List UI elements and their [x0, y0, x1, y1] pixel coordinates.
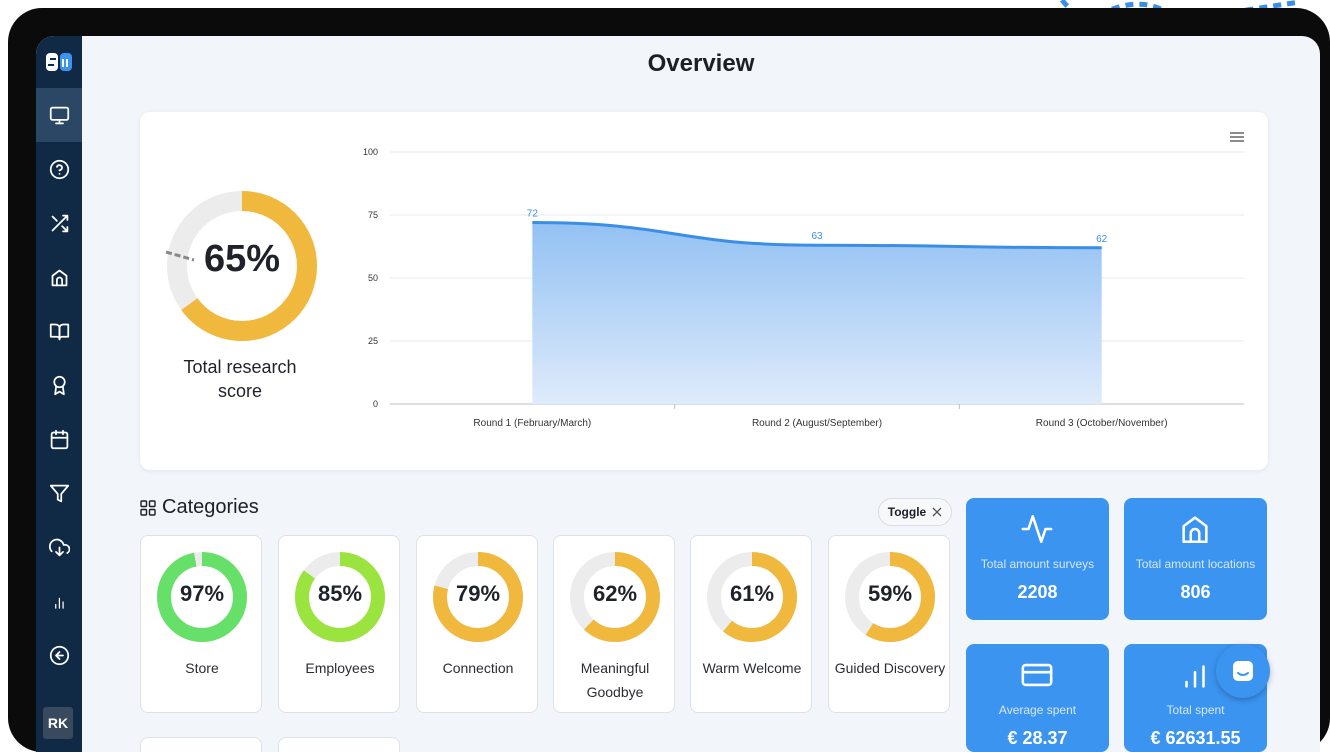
stat-total-locations: Total amount locations 806 — [1124, 498, 1267, 620]
sidebar-item-overview[interactable] — [36, 88, 82, 142]
rounds-area-chart: 0 25 50 75 100 Round 1 (February/March) Round … — [363, 147, 1244, 429]
logo-icon — [46, 53, 72, 71]
stat-label: Total amount surveys — [980, 557, 1095, 571]
category-percent: 62% — [592, 581, 638, 606]
home-icon — [51, 269, 67, 286]
category-name: Employees — [305, 660, 375, 676]
sidebar-item-download[interactable] — [36, 520, 82, 574]
stat-label: Total spent — [1166, 703, 1225, 717]
category-name: Meaningful Goodbye — [580, 660, 650, 700]
sidebar-item-book[interactable] — [36, 304, 82, 358]
stat-value: 806 — [1180, 582, 1211, 602]
category-percent: 97% — [179, 581, 225, 606]
y-tick-label: 50 — [368, 273, 378, 283]
home-icon — [1182, 516, 1208, 544]
category-name: Connection — [442, 660, 514, 676]
bar-chart-icon — [1185, 665, 1205, 688]
toggle-button[interactable]: Toggle — [878, 498, 952, 526]
app-screen: RK Overview 65% Total research score 0 2… — [36, 36, 1320, 752]
sidebar-item-award[interactable] — [36, 358, 82, 412]
categories-title: Categories — [162, 496, 259, 518]
user-avatar[interactable]: RK — [43, 707, 73, 739]
category-card[interactable]: 62% Meaningful Goodbye — [553, 535, 675, 713]
research-score-card: 65% Total research score 0 25 50 75 100 Round… — [140, 112, 1268, 470]
credit-card-icon — [1021, 663, 1053, 687]
device-frame: RK Overview 65% Total research score 0 2… — [8, 8, 1330, 752]
bar-chart-icon — [54, 597, 64, 609]
category-card[interactable]: 79% Connection — [416, 535, 538, 713]
data-label: 62 — [1096, 234, 1108, 245]
sidebar: RK — [36, 36, 82, 752]
sidebar-item-stats[interactable] — [36, 574, 82, 628]
chat-launcher-button[interactable] — [1216, 644, 1270, 698]
y-tick-label: 0 — [373, 399, 378, 409]
x-tick-label: Round 3 (October/November) — [1036, 418, 1168, 429]
y-tick-label: 100 — [363, 147, 378, 157]
category-name: Store — [185, 660, 219, 676]
stat-value: € 62631.55 — [1150, 728, 1241, 748]
filter-icon — [49, 484, 69, 502]
calendar-icon — [50, 429, 68, 449]
grid-icon — [140, 499, 156, 516]
category-card[interactable]: 97% Store — [140, 535, 262, 713]
page-title: Overview — [647, 50, 755, 77]
category-percent: 61% — [729, 581, 775, 606]
sidebar-item-filter[interactable] — [36, 466, 82, 520]
y-tick-label: 25 — [368, 336, 378, 346]
stat-value: € 28.37 — [1007, 728, 1068, 748]
data-label: 72 — [527, 209, 539, 220]
category-card[interactable]: 61% Warm Welcome — [690, 535, 812, 713]
monitor-icon — [49, 106, 69, 124]
category-name: Guided Discovery — [834, 660, 946, 676]
award-icon — [52, 375, 66, 395]
download-cloud-icon — [48, 538, 70, 556]
app-logo[interactable] — [36, 36, 82, 88]
y-tick-label: 75 — [368, 210, 378, 220]
stat-average-spent: Average spent € 28.37 — [966, 644, 1109, 752]
data-label: 63 — [811, 231, 823, 242]
sidebar-item-calendar[interactable] — [36, 412, 82, 466]
sidebar-item-shuffle[interactable] — [36, 196, 82, 250]
toggle-label: Toggle — [887, 505, 927, 519]
sidebar-item-help[interactable] — [36, 142, 82, 196]
x-tick-label: Round 2 (August/September) — [752, 418, 882, 429]
arrow-left-circle-icon — [49, 645, 69, 665]
chat-icon — [1233, 661, 1253, 681]
x-tick-label: Round 1 (February/March) — [473, 418, 591, 429]
close-icon — [932, 507, 942, 517]
stat-total-surveys: Total amount surveys 2208 — [966, 498, 1109, 620]
category-name: Warm Welcome — [702, 660, 802, 676]
activity-icon — [1021, 514, 1053, 544]
category-percent: 79% — [455, 581, 501, 606]
shuffle-icon — [51, 214, 68, 232]
category-card[interactable]: 59% Guided Discovery — [828, 535, 950, 713]
book-open-icon — [49, 323, 69, 340]
stat-value: 2208 — [1017, 582, 1058, 602]
sidebar-item-home[interactable] — [36, 250, 82, 304]
series-area — [532, 222, 1102, 404]
category-card-partial[interactable] — [140, 737, 262, 752]
stat-label: Average spent — [998, 703, 1077, 717]
sidebar-item-back[interactable] — [36, 628, 82, 682]
category-card[interactable]: 85% Employees — [278, 535, 400, 713]
stat-label: Total amount locations — [1135, 557, 1256, 571]
category-card-partial[interactable] — [278, 737, 400, 752]
categories-header: Categories — [140, 496, 259, 519]
category-percent: 85% — [317, 581, 363, 606]
category-percent: 59% — [867, 581, 913, 606]
help-circle-icon — [49, 159, 69, 179]
